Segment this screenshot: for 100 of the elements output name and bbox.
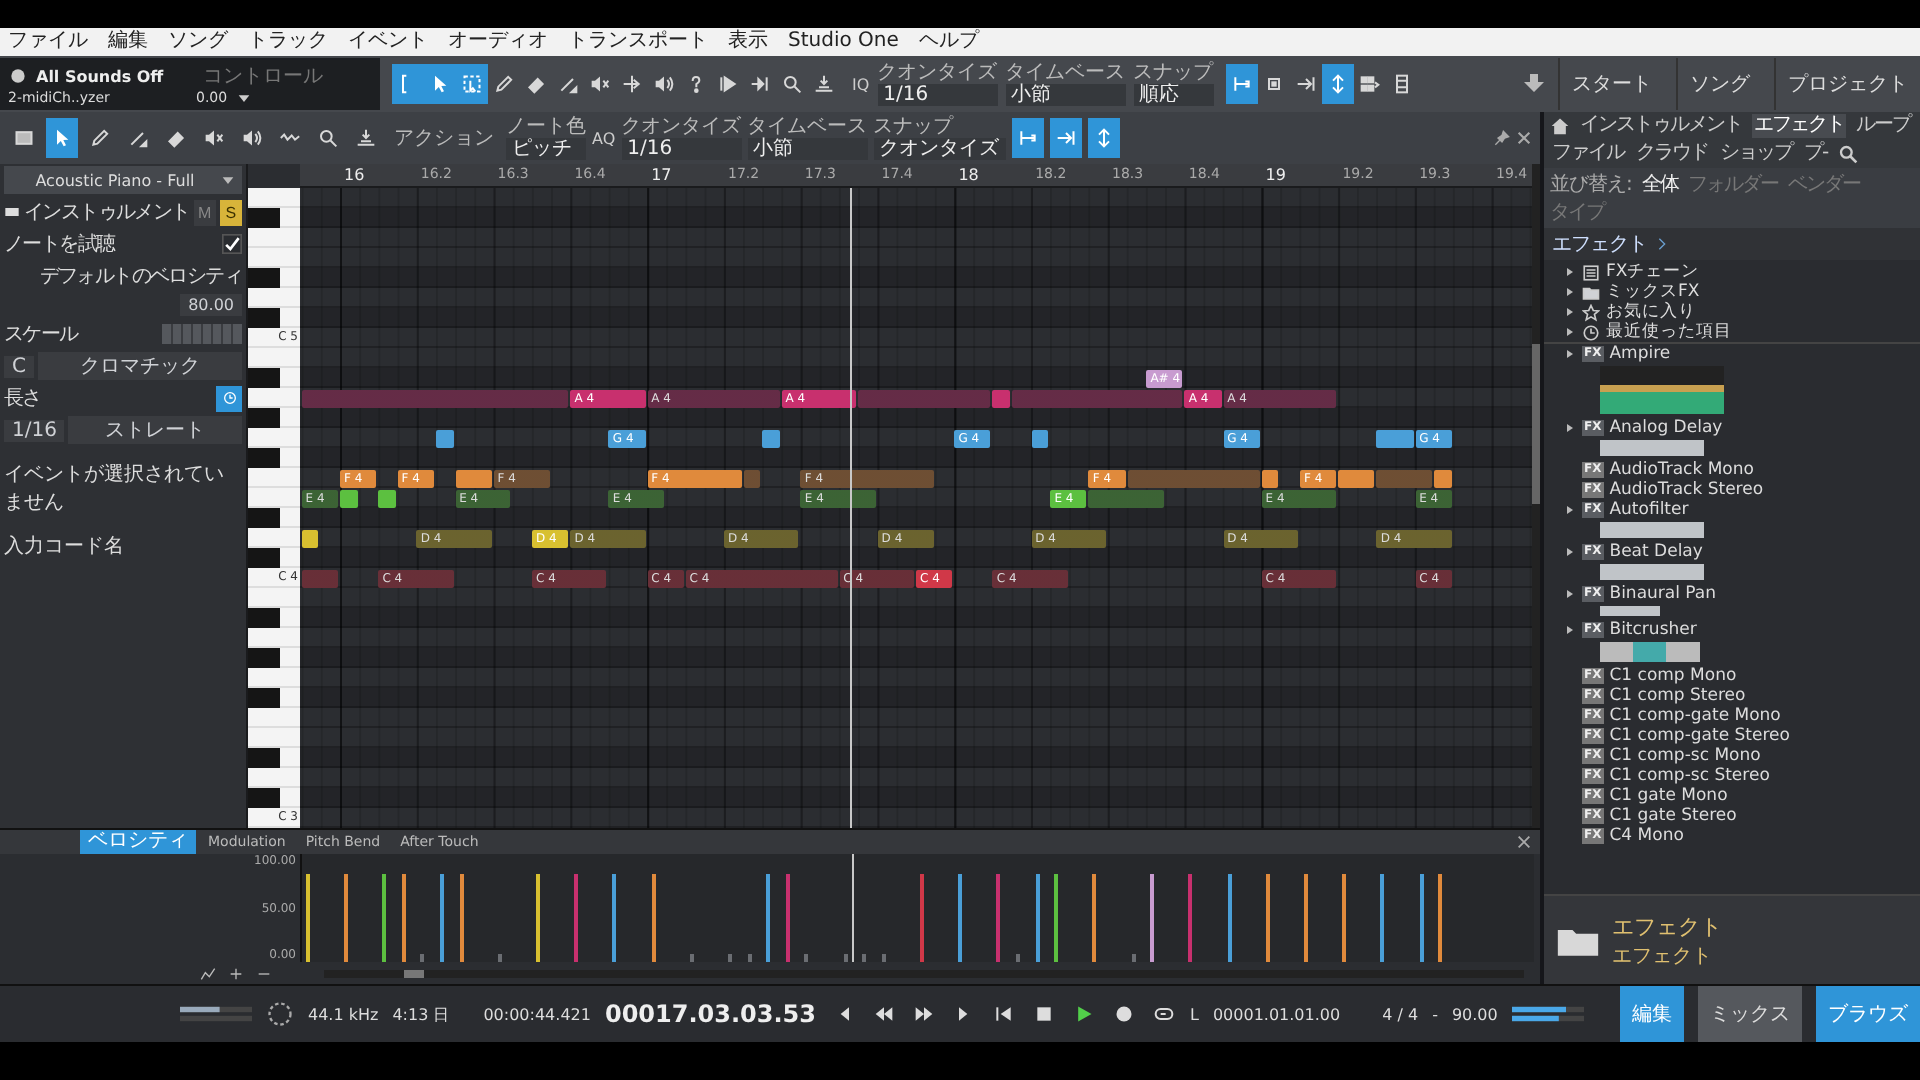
page-button[interactable]: スタート: [1558, 58, 1664, 110]
dropdown[interactable]: 小節: [747, 138, 868, 160]
expand-arrow-icon[interactable]: [1564, 624, 1576, 636]
expand-arrow-icon[interactable]: [1564, 326, 1576, 338]
velocity-bar[interactable]: [382, 873, 387, 962]
playhead-line[interactable]: [849, 188, 852, 828]
browser-tab[interactable]: ファイル: [1550, 142, 1626, 166]
page-button[interactable]: プロジェクト: [1774, 58, 1920, 110]
key-dropdown[interactable]: C: [4, 355, 34, 377]
vertical-arrows-tool[interactable]: [1087, 118, 1120, 158]
velocity-bar[interactable]: [459, 873, 464, 962]
velocity-bar[interactable]: [612, 873, 617, 962]
velocity-bar[interactable]: [1419, 873, 1424, 962]
solo-button[interactable]: S: [219, 199, 242, 225]
velocity-bar[interactable]: [766, 873, 771, 962]
velocity-bar[interactable]: [1035, 873, 1040, 962]
scale-dropdown[interactable]: クロマチック: [37, 352, 242, 380]
caret-icon[interactable]: [220, 172, 236, 188]
velocity-bar[interactable]: [1054, 873, 1059, 962]
velocity-bar[interactable]: [1092, 873, 1097, 962]
dropdown[interactable]: ピッチ: [506, 138, 586, 160]
velocity-bar[interactable]: [1227, 873, 1232, 962]
velocity-bar[interactable]: [1438, 873, 1443, 962]
velocity-bar[interactable]: [1150, 873, 1155, 962]
menu-item[interactable]: オーディオ: [448, 30, 548, 54]
range-select-tool[interactable]: [456, 64, 488, 104]
browser-item[interactable]: 最近使った項目: [1544, 322, 1920, 344]
snap-line-tool[interactable]: [1011, 118, 1044, 158]
browser-item[interactable]: FXチェーン: [1544, 262, 1920, 282]
menu-item[interactable]: 表示: [728, 30, 768, 54]
browser-tab[interactable]: クラウド: [1634, 142, 1710, 166]
menu-item[interactable]: Studio One: [788, 30, 899, 54]
dropdown[interactable]: クオンタイズ: [873, 138, 1006, 160]
browser-item[interactable]: ミックスFX: [1544, 282, 1920, 302]
velocity-lane[interactable]: [300, 854, 1534, 962]
page-tab[interactable]: ミックス: [1698, 986, 1802, 1042]
velocity-bar[interactable]: [1380, 873, 1385, 962]
length-mode-dropdown[interactable]: ストレート: [68, 416, 242, 444]
midi-note[interactable]: [1261, 470, 1279, 488]
page-button[interactable]: ソング: [1676, 58, 1762, 110]
dropdown[interactable]: 1/16: [877, 84, 998, 106]
expand-arrow-icon[interactable]: [1564, 306, 1576, 318]
midi-note[interactable]: [455, 470, 492, 488]
expand-arrow-icon[interactable]: [1564, 286, 1576, 298]
browser-tab[interactable]: インストゥルメント: [1578, 114, 1744, 138]
dropdown[interactable]: 小節: [1005, 84, 1126, 106]
scrollbar-thumb[interactable]: [1532, 344, 1540, 504]
level-meter-icon: [1511, 1004, 1584, 1024]
caret-icon[interactable]: [235, 90, 252, 106]
curve-icon[interactable]: [200, 966, 216, 982]
menu-item[interactable]: 編集: [108, 30, 148, 54]
expand-arrow-icon[interactable]: [1564, 546, 1576, 558]
browser-tab[interactable]: プ-: [1802, 142, 1830, 166]
close-icon[interactable]: [1516, 834, 1532, 850]
browser-tab[interactable]: エフェクト: [1752, 114, 1846, 138]
expand-arrow-icon[interactable]: [1564, 588, 1576, 600]
menu-item[interactable]: ファイル: [8, 30, 88, 54]
menu-item[interactable]: イベント: [348, 30, 428, 54]
snap-line-tool[interactable]: [1225, 64, 1258, 104]
menu-item[interactable]: トラック: [248, 30, 328, 54]
expand-arrow-icon[interactable]: [1564, 266, 1576, 278]
dropdown[interactable]: 1/16: [621, 138, 742, 160]
expand-arrow-icon[interactable]: [1564, 422, 1576, 434]
dropdown[interactable]: 順応: [1133, 84, 1214, 106]
menu-item[interactable]: ソング: [168, 30, 228, 54]
expand-arrow-icon[interactable]: [1564, 348, 1576, 360]
close-icon[interactable]: [1516, 130, 1532, 146]
bracket-tool[interactable]: [392, 64, 424, 104]
browser-tab[interactable]: ショップ: [1718, 142, 1794, 166]
sort-option[interactable]: 全体: [1641, 170, 1678, 198]
vertical-arrows-tool[interactable]: [1321, 64, 1354, 104]
scrollbar-thumb[interactable]: [404, 970, 424, 978]
item-label: Bitcrusher: [1609, 620, 1697, 640]
arrow-to-line-tool[interactable]: [1049, 118, 1082, 158]
action-menu[interactable]: アクション: [388, 124, 500, 152]
plus-icon[interactable]: [228, 966, 244, 982]
velocity-bar[interactable]: [305, 873, 310, 962]
home-icon[interactable]: [1550, 116, 1570, 136]
length-dropdown[interactable]: 1/16: [4, 419, 65, 441]
velocity-field[interactable]: 80.00: [180, 294, 242, 316]
item-label: Ampire: [1609, 344, 1671, 364]
browser-tab[interactable]: ループ: [1854, 114, 1912, 138]
velocity-bar[interactable]: [1265, 873, 1270, 962]
pointer-tool[interactable]: [46, 118, 78, 158]
midi-note[interactable]: [301, 530, 319, 548]
expand-arrow-icon[interactable]: [1564, 504, 1576, 516]
length-toggle[interactable]: [216, 385, 242, 411]
velocity-bar[interactable]: [651, 873, 656, 962]
pin-icon[interactable]: [1494, 130, 1510, 146]
midi-note[interactable]: [1338, 470, 1375, 488]
menu-item[interactable]: トランスポート: [568, 30, 708, 54]
midi-note[interactable]: [1031, 430, 1049, 448]
velocity-bar[interactable]: [401, 873, 406, 962]
velocity-bar[interactable]: [1342, 873, 1347, 962]
browser-item[interactable]: お気に入り: [1544, 302, 1920, 322]
checkbox[interactable]: [222, 234, 242, 254]
search-icon[interactable]: [1837, 144, 1858, 164]
menu-item[interactable]: ヘルプ: [918, 30, 979, 54]
velocity-bar[interactable]: [958, 873, 963, 962]
download-arrow-icon[interactable]: [1522, 72, 1546, 96]
